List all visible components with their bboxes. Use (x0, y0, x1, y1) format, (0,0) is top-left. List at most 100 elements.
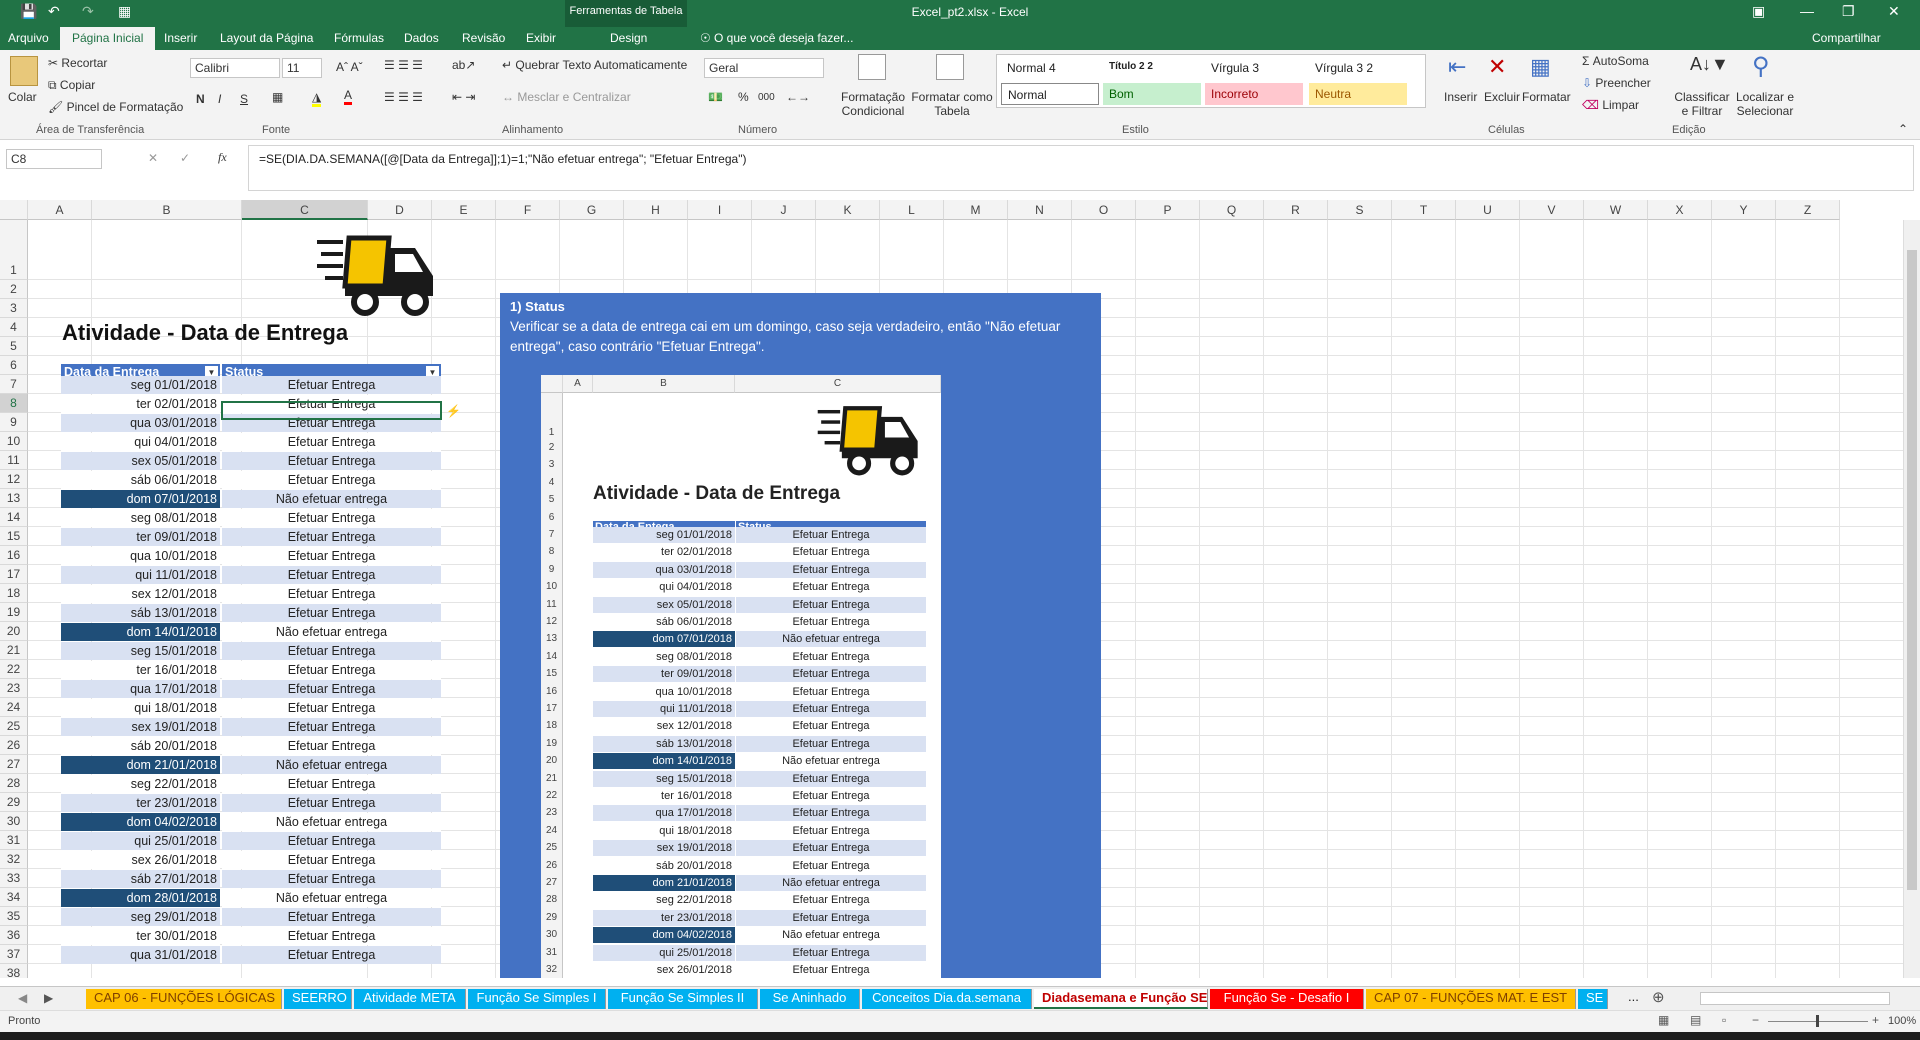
status-cell[interactable]: Não efetuar entrega (222, 813, 441, 831)
ribbon-display-icon[interactable]: ▣ (1752, 3, 1765, 20)
name-box[interactable]: C8 (6, 149, 102, 169)
sort-filter-icon[interactable]: A↓▼ (1690, 54, 1729, 75)
row-header-31[interactable]: 31 (0, 831, 28, 850)
status-cell[interactable]: Efetuar Entrega (222, 433, 441, 451)
minimize-icon[interactable]: — (1800, 3, 1814, 19)
row-header-37[interactable]: 37 (0, 945, 28, 964)
row-header-26[interactable]: 26 (0, 736, 28, 755)
italic-button[interactable]: I (218, 92, 221, 106)
status-cell[interactable]: Efetuar Entrega (222, 642, 441, 660)
style-titulo-2-2[interactable]: Título 2 2 (1103, 57, 1201, 79)
row-header-5[interactable]: 5 (0, 337, 28, 356)
row-header-9[interactable]: 9 (0, 413, 28, 432)
tab-review[interactable]: Revisão (462, 31, 505, 45)
status-cell[interactable]: Efetuar Entrega (222, 585, 441, 603)
tab-page-layout[interactable]: Layout da Página (220, 31, 313, 45)
sheet-tab[interactable]: Função Se Simples II (608, 989, 758, 1009)
tell-me-box[interactable]: O que você deseja fazer... (714, 31, 853, 45)
row-header-36[interactable]: 36 (0, 926, 28, 945)
save-icon[interactable]: 💾 (20, 3, 37, 20)
conditional-format-icon[interactable] (858, 54, 886, 80)
date-cell[interactable]: qui 11/01/2018 (61, 566, 220, 584)
sheet-tab[interactable]: SE (1578, 989, 1608, 1009)
status-cell[interactable]: Efetuar Entrega (222, 680, 441, 698)
next-sheet-icon[interactable]: ▶ (44, 991, 53, 1005)
status-cell[interactable]: Efetuar Entrega (222, 471, 441, 489)
row-header-34[interactable]: 34 (0, 888, 28, 907)
row-header-2[interactable]: 2 (0, 280, 28, 299)
row-header-1[interactable]: 1 (0, 220, 28, 280)
cancel-icon[interactable]: ✕ (148, 151, 158, 165)
close-icon[interactable]: ✕ (1888, 3, 1900, 20)
conditional-format-button[interactable]: Formatação Condicional (836, 90, 910, 118)
col-header-K[interactable]: K (816, 200, 880, 220)
style-normal-4[interactable]: Normal 4 (1001, 57, 1099, 79)
row-header-13[interactable]: 13 (0, 489, 28, 508)
tab-insert[interactable]: Inserir (164, 31, 197, 45)
normal-view-icon[interactable]: ▦ (1658, 1013, 1669, 1027)
date-cell[interactable]: sáb 06/01/2018 (61, 471, 220, 489)
date-cell[interactable]: qui 04/01/2018 (61, 433, 220, 451)
date-cell[interactable]: qui 25/01/2018 (61, 832, 220, 850)
date-cell[interactable]: qua 03/01/2018 (61, 414, 220, 432)
col-header-X[interactable]: X (1648, 200, 1712, 220)
date-cell[interactable]: ter 16/01/2018 (61, 661, 220, 679)
col-header-U[interactable]: U (1456, 200, 1520, 220)
sheet-tab[interactable]: Conceitos Dia.da.semana (862, 989, 1032, 1009)
col-header-L[interactable]: L (880, 200, 944, 220)
status-cell[interactable]: Efetuar Entrega (222, 452, 441, 470)
row-header-12[interactable]: 12 (0, 470, 28, 489)
spreadsheet-grid[interactable]: ABCDEFGHIJKLMNOPQRSTUVWXYZ 1 2 3 4 5 6 7 8 9 10 11… (0, 200, 1920, 978)
style-virgula-3-2[interactable]: Vírgula 3 2 (1309, 57, 1407, 79)
prev-sheet-icon[interactable]: ◀ (18, 991, 27, 1005)
sheet-tab[interactable]: SEERRO (284, 989, 352, 1009)
date-cell[interactable]: seg 15/01/2018 (61, 642, 220, 660)
zoom-in-icon[interactable]: + (1872, 1013, 1879, 1027)
align-top-icon[interactable]: ☰ ☰ ☰ (384, 58, 423, 72)
date-cell[interactable]: seg 01/01/2018 (61, 376, 220, 394)
status-cell[interactable]: Efetuar Entrega (222, 946, 441, 964)
tab-view[interactable]: Exibir (526, 31, 556, 45)
grow-font-icon[interactable]: Aˆ Aˇ (336, 60, 363, 74)
thousands-button[interactable]: 000 (758, 92, 775, 103)
maximize-icon[interactable]: ❐ (1842, 3, 1855, 20)
date-cell[interactable]: dom 21/01/2018 (61, 756, 220, 774)
col-header-F[interactable]: F (496, 200, 560, 220)
vertical-scrollbar[interactable] (1903, 220, 1920, 978)
delete-cells-button[interactable]: Excluir (1484, 90, 1520, 104)
row-header-24[interactable]: 24 (0, 698, 28, 717)
redo-icon[interactable]: ↷ (82, 3, 94, 20)
date-cell[interactable]: dom 04/02/2018 (61, 813, 220, 831)
col-header-P[interactable]: P (1136, 200, 1200, 220)
row-header-14[interactable]: 14 (0, 508, 28, 527)
collapse-ribbon-icon[interactable]: ⌃ (1898, 122, 1908, 136)
quick-access-icon[interactable]: ▦ (118, 3, 131, 20)
tab-design[interactable]: Design (610, 31, 647, 45)
date-cell[interactable]: ter 02/01/2018 (61, 395, 220, 413)
status-cell[interactable]: Efetuar Entrega (222, 718, 441, 736)
sort-filter-button[interactable]: Classificar e Filtrar (1670, 90, 1734, 118)
tab-home[interactable]: Página Inicial (60, 27, 156, 50)
status-cell[interactable]: Efetuar Entrega (222, 851, 441, 869)
formula-input[interactable]: =SE(DIA.DA.SEMANA([@[Data da Entrega]];1… (248, 145, 1914, 191)
format-table-icon[interactable] (936, 54, 964, 80)
border-icon[interactable]: ▦ (272, 90, 283, 104)
insert-cells-icon[interactable]: ⇤ (1448, 54, 1466, 80)
date-cell[interactable]: seg 08/01/2018 (61, 509, 220, 527)
page-break-view-icon[interactable]: ▫ (1722, 1013, 1726, 1027)
date-cell[interactable]: sex 26/01/2018 (61, 851, 220, 869)
date-cell[interactable]: dom 14/01/2018 (61, 623, 220, 641)
sheet-tab[interactable]: Atividade META (354, 989, 466, 1009)
col-header-Z[interactable]: Z (1776, 200, 1840, 220)
row-header-8[interactable]: 8 (0, 394, 28, 413)
status-cell[interactable]: Não efetuar entrega (222, 756, 441, 774)
underline-button[interactable]: S (240, 92, 248, 106)
zoom-thumb[interactable] (1816, 1015, 1819, 1027)
status-cell[interactable]: Efetuar Entrega (222, 547, 441, 565)
decimal-icon[interactable]: ←→ (786, 90, 810, 104)
row-header-32[interactable]: 32 (0, 850, 28, 869)
row-header-28[interactable]: 28 (0, 774, 28, 793)
align-left-icon[interactable]: ☰ ☰ ☰ (384, 90, 423, 104)
date-cell[interactable]: sáb 27/01/2018 (61, 870, 220, 888)
enter-icon[interactable]: ✓ (180, 151, 190, 165)
